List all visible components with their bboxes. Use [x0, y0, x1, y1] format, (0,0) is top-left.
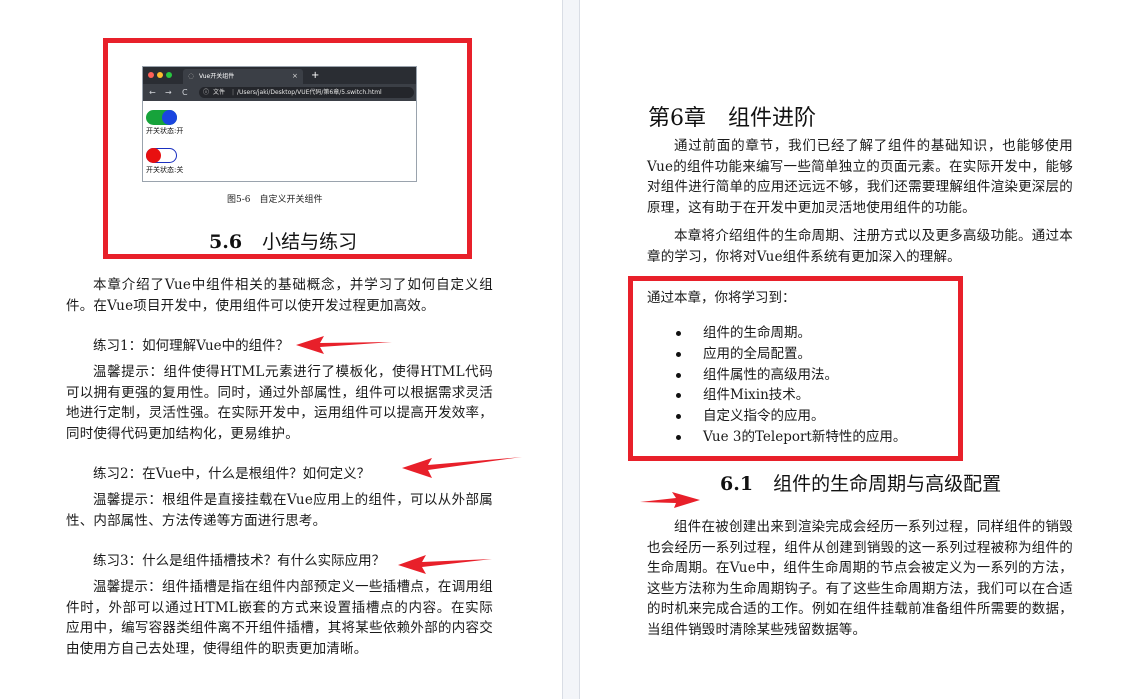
section-title: 组件的生命周期与高级配置: [773, 473, 1002, 495]
annotation-arrow: [402, 457, 522, 478]
intro-paragraph: 本章介绍了Vue中组件相关的基础概念，并学习了如何自定义组件。在Vue项目开发中…: [66, 277, 493, 314]
left-page: ◌ Vue开关组件 × + ← → C ⓘ 文件 | /Users/jaki/D…: [0, 0, 562, 699]
chapter-intro-paragraph: 本章将介绍组件的生命周期、注册方式以及更多高级功能。通过本章的学习，你将对Vue…: [647, 228, 1073, 265]
annotation-arrow: [398, 555, 492, 574]
exercise-hint: 温馨提示：组件使得HTML元素进行了模板化，使得HTML代码可以拥有更强的复用性…: [66, 364, 493, 442]
chapter-title: 第6章 组件进阶: [648, 106, 816, 131]
section-paragraph: 组件在被创建出来到渲染完成会经历一系列过程，同样组件的销毁也会经历一系列过程，组…: [647, 519, 1073, 638]
exercise-question: 练习3：什么是组件插槽技术？有什么实际应用？: [93, 553, 386, 569]
section-heading: 6.1 组件的生命周期与高级配置: [720, 469, 1001, 496]
page-gap: [562, 0, 580, 699]
exercise-question: 练习1：如何理解Vue中的组件？: [93, 338, 290, 354]
exercise-question: 练习2：在Vue中，什么是根组件？如何定义？: [93, 466, 371, 482]
annotation-arrow: [296, 336, 392, 354]
exercise-hint: 温馨提示：根组件是直接挂载在Vue应用上的组件，可以从外部属性、内部属性、方法传…: [66, 492, 493, 529]
exercise-hint: 温馨提示：组件插槽是指在组件内部预定义一些插槽点，在调用组件时，外部可以通过HT…: [66, 579, 493, 657]
right-page: 第6章 组件进阶 通过前面的章节，我们已经了解了组件的基础知识，也能够使用Vue…: [580, 0, 1144, 699]
annotation-box: [103, 38, 472, 259]
annotation-box: [628, 276, 963, 461]
annotation-arrow: [640, 492, 700, 508]
chapter-intro-paragraph: 通过前面的章节，我们已经了解了组件的基础知识，也能够使用Vue的组件功能来编写一…: [647, 138, 1073, 216]
section-number: 6.1: [720, 473, 754, 495]
